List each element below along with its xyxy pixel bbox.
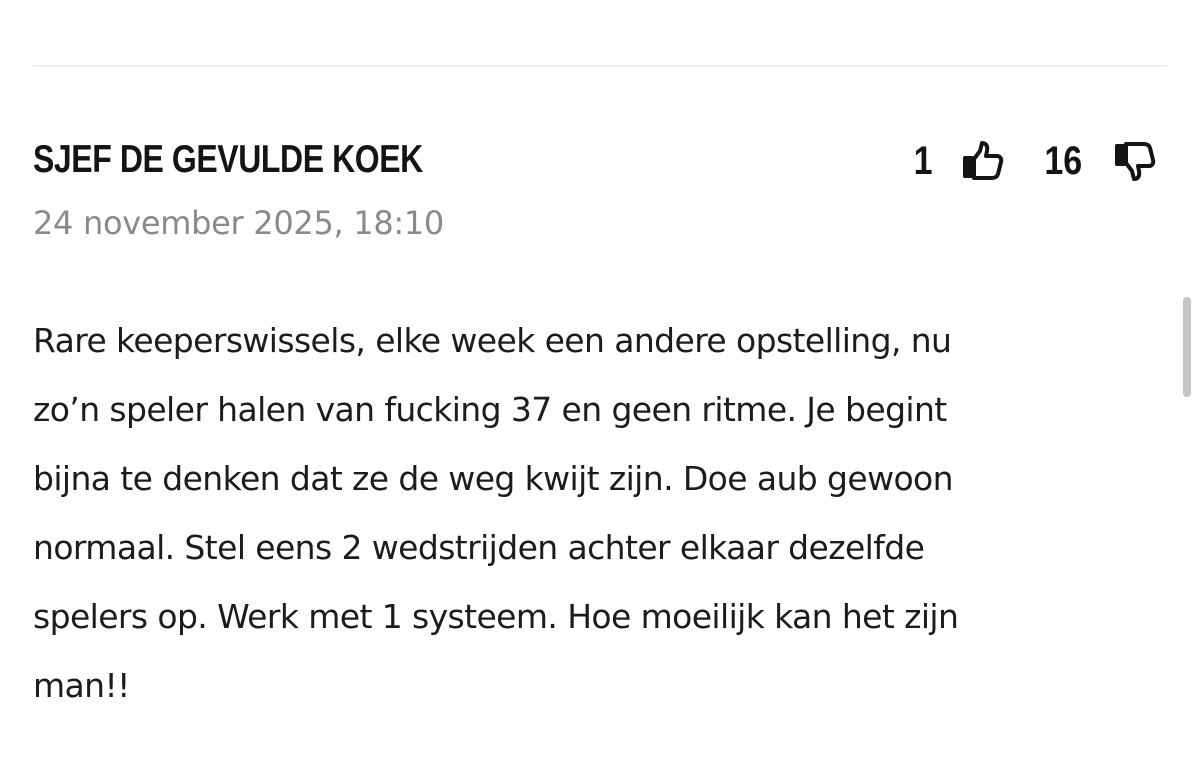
- comment-body: Rare keeperswissels, elke week een ander…: [33, 306, 1153, 720]
- thumbs-down-icon[interactable]: [1113, 139, 1157, 183]
- comment-body-line: bijna te denken dat ze de weg kwijt zijn…: [33, 459, 954, 498]
- comment-card: SJEF DE GEVULDE KOEK 1 16 24 november 20…: [33, 0, 1167, 783]
- vote-controls: 1 16: [912, 136, 1157, 186]
- comment-author: SJEF DE GEVULDE KOEK: [33, 138, 423, 181]
- comment-body-line: man!!: [33, 666, 130, 705]
- upvote-button[interactable]: 1: [912, 136, 1004, 186]
- comment-body-line: zo’n speler halen van fucking 37 en geen…: [33, 390, 947, 429]
- comment-timestamp: 24 november 2025, 18:10: [33, 204, 444, 242]
- thumbs-up-icon[interactable]: [961, 139, 1005, 183]
- upvote-count: 1: [913, 139, 933, 183]
- comment-body-line: spelers op. Werk met 1 systeem. Hoe moei…: [33, 597, 959, 636]
- downvote-button[interactable]: 16: [1041, 136, 1158, 186]
- comment-body-line: normaal. Stel eens 2 wedstrijden achter …: [33, 528, 925, 567]
- downvote-count: 16: [1043, 139, 1082, 183]
- comment-body-line: Rare keeperswissels, elke week een ander…: [33, 321, 952, 360]
- scrollbar-thumb[interactable]: [1183, 297, 1191, 397]
